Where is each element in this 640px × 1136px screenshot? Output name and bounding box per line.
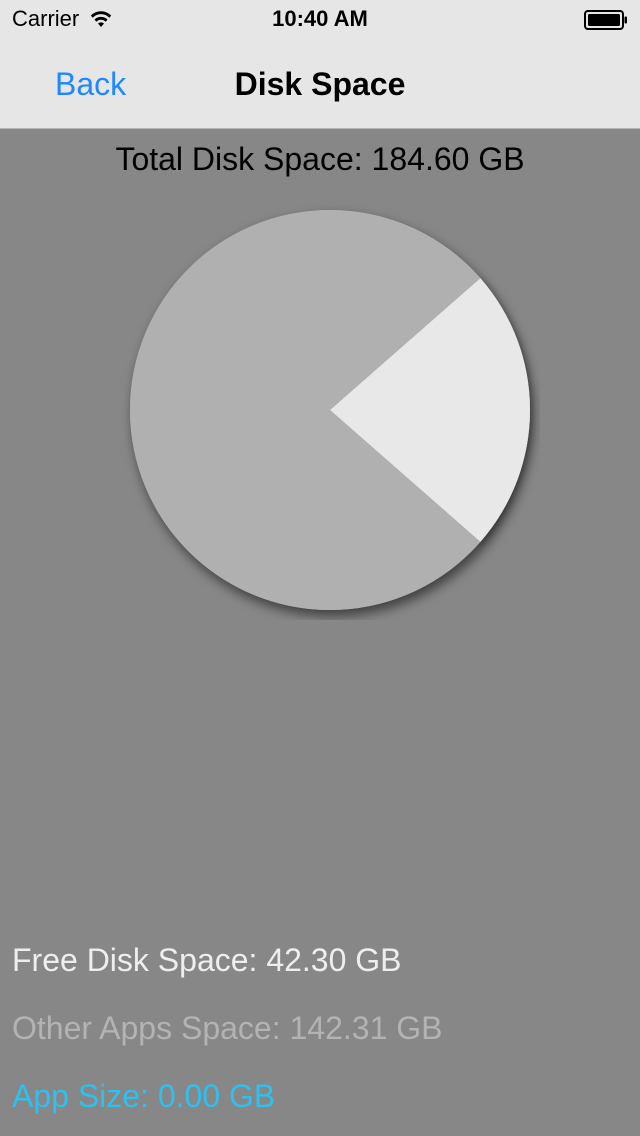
status-time: 10:40 AM xyxy=(272,6,368,31)
other-apps-space-label: Other Apps Space: 142.31 GB xyxy=(12,1010,443,1046)
disk-pie-chart xyxy=(120,200,540,620)
total-disk-space-label: Total Disk Space: 184.60 GB xyxy=(115,141,525,177)
app-size-label: App Size: 0.00 GB xyxy=(12,1078,276,1114)
navigation-bar: Back Disk Space xyxy=(0,40,640,129)
pie-chart-svg xyxy=(129,209,530,610)
free-disk-space-label: Free Disk Space: 42.30 GB xyxy=(12,942,402,978)
battery-icon xyxy=(584,10,627,30)
status-bar: Carrier 10:40 AM xyxy=(0,0,640,40)
page-title: Disk Space xyxy=(234,66,406,102)
